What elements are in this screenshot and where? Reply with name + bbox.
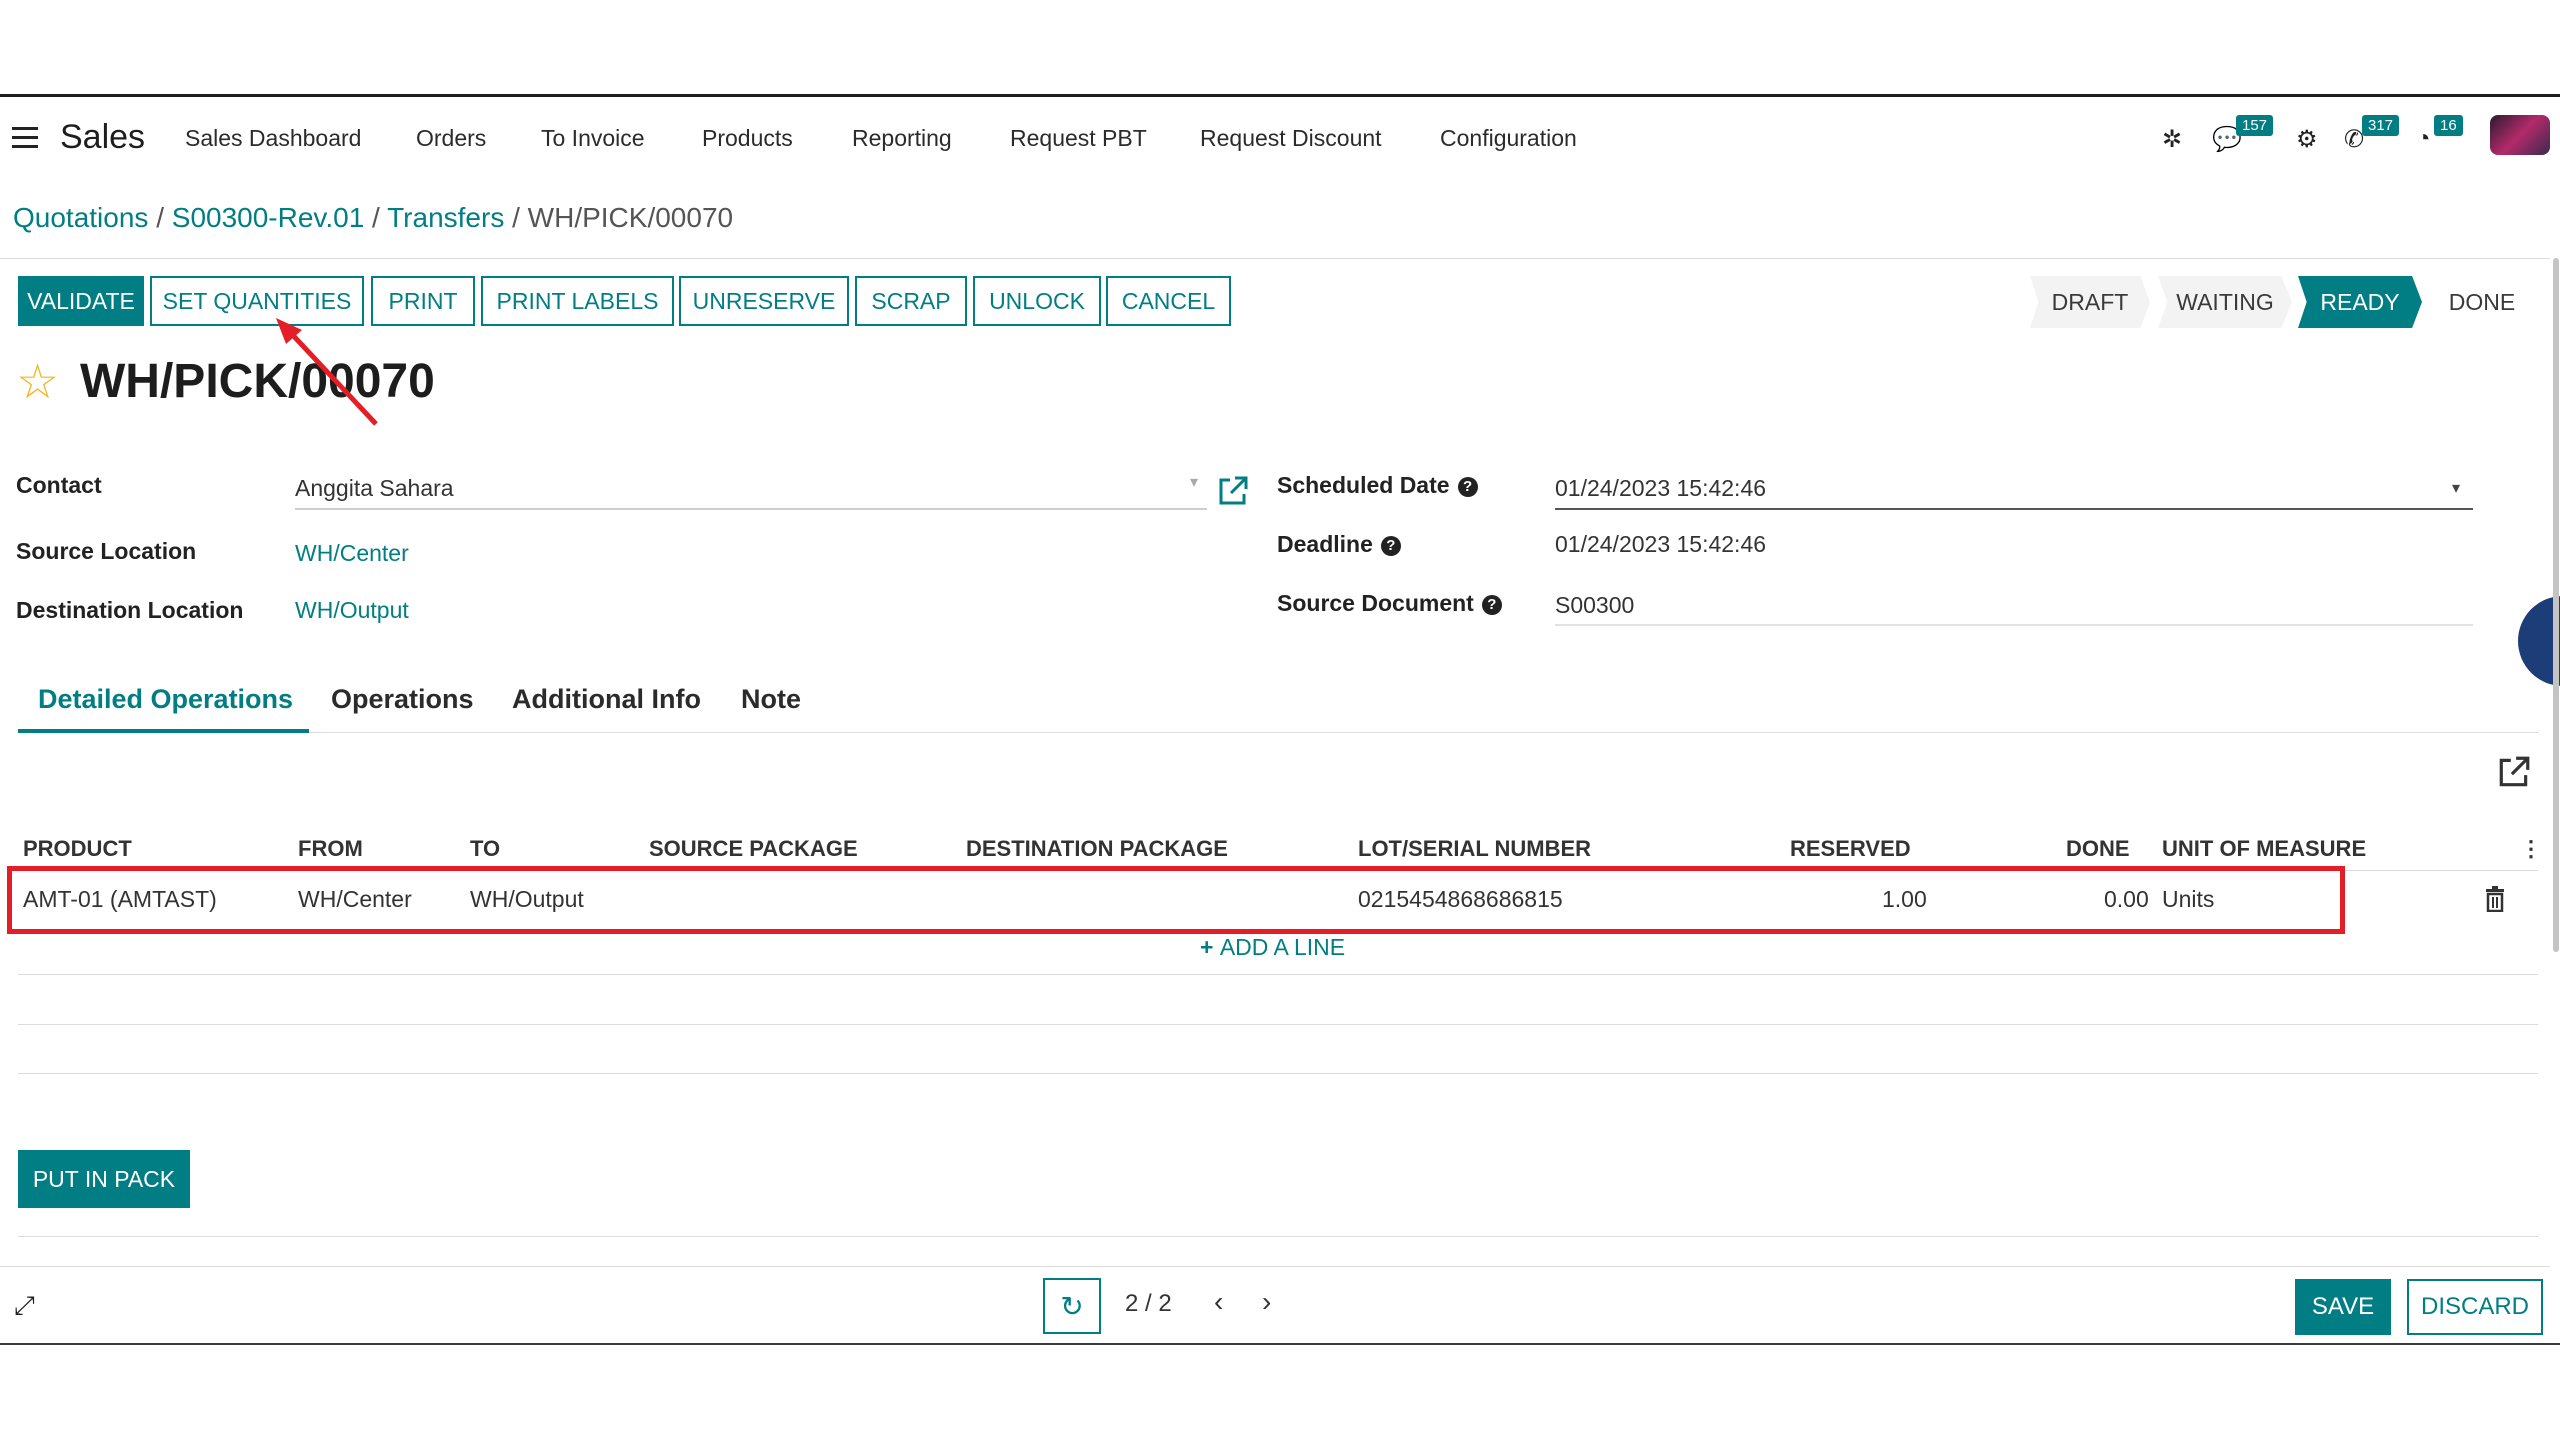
nav-configuration[interactable]: Configuration [1440, 125, 1577, 152]
col-destination-package[interactable]: DESTINATION PACKAGE [966, 836, 1228, 862]
col-to[interactable]: TO [470, 836, 500, 862]
breadcrumb-separator: / [512, 202, 520, 233]
status-ready[interactable]: READY [2298, 276, 2422, 328]
help-icon[interactable]: ? [1481, 594, 1502, 615]
breadcrumb-order[interactable]: S00300-Rev.01 [172, 202, 365, 233]
save-button[interactable]: SAVE [2295, 1279, 2391, 1335]
scheduled-date-label: Scheduled Date? [1277, 472, 1478, 499]
help-icon[interactable]: ? [1380, 535, 1401, 556]
navbar: Sales Sales Dashboard Orders To Invoice … [0, 97, 2560, 183]
calls-badge: 16 [2434, 115, 2463, 136]
table-row-divider [18, 974, 2538, 975]
tab-detailed-operations[interactable]: Detailed Operations [38, 684, 293, 715]
scheduled-date-underline [1555, 508, 2473, 510]
add-a-line-button[interactable]: + ADD A LINE [1200, 934, 1345, 961]
unreserve-button[interactable]: UNRESERVE [679, 276, 849, 326]
destination-location-label: Destination Location [16, 597, 244, 623]
col-done[interactable]: DONE [2066, 836, 2130, 862]
gear-icon[interactable]: ⚙ [2296, 125, 2318, 154]
expand-icon[interactable]: ⤢ [14, 1290, 35, 1322]
activities-badge: 317 [2362, 115, 2400, 136]
clock-icon[interactable]: ◔ [2416, 125, 2431, 153]
scheduled-date-dropdown-icon[interactable]: ▾ [2452, 478, 2460, 498]
active-tab-indicator [18, 729, 309, 733]
col-source-package[interactable]: SOURCE PACKAGE [649, 836, 858, 862]
col-product[interactable]: PRODUCT [23, 836, 132, 862]
form-bottom-divider [18, 1236, 2538, 1237]
pager-next-icon[interactable]: › [1262, 1286, 1271, 1318]
menu-icon[interactable] [12, 127, 38, 154]
breadcrumb-transfers[interactable]: Transfers [387, 202, 504, 233]
table-row-divider [18, 1024, 2538, 1025]
contact-label: Contact [16, 472, 102, 498]
nav-to-invoice[interactable]: To Invoice [541, 125, 645, 152]
scrap-button[interactable]: SCRAP [855, 276, 967, 326]
breadcrumb-quotations[interactable]: Quotations [13, 202, 148, 233]
validate-button[interactable]: VALIDATE [18, 276, 144, 326]
tabs-divider [18, 732, 2538, 733]
contact-underline [295, 508, 1207, 510]
help-icon[interactable]: ? [1457, 476, 1478, 497]
optional-columns-icon[interactable]: ⋮ [2520, 836, 2542, 862]
deadline-value: 01/24/2023 15:42:46 [1555, 531, 1767, 557]
table-row-divider [18, 1073, 2538, 1074]
status-done[interactable]: DONE [2428, 276, 2536, 328]
footer-divider [0, 1266, 2550, 1267]
source-location-link[interactable]: WH/Center [295, 540, 409, 567]
breadcrumb-current: WH/PICK/00070 [527, 202, 734, 233]
breadcrumb: Quotations / S00300-Rev.01 / Transfers /… [13, 202, 733, 234]
unlock-button[interactable]: UNLOCK [973, 276, 1101, 326]
star-icon[interactable]: ☆ [16, 354, 59, 410]
control-panel-divider [0, 258, 2550, 259]
scheduled-date-field[interactable]: 01/24/2023 15:42:46 [1555, 475, 1766, 502]
source-document-field[interactable]: S00300 [1555, 592, 1634, 619]
refresh-button[interactable]: ↻ [1043, 1278, 1101, 1334]
external-link-icon[interactable] [1216, 474, 1250, 508]
nav-request-pbt[interactable]: Request PBT [1010, 125, 1147, 152]
source-location-label: Source Location [16, 538, 197, 564]
status-draft[interactable]: DRAFT [2030, 276, 2150, 328]
highlight-box [7, 866, 2345, 934]
nav-orders[interactable]: Orders [416, 125, 486, 152]
tab-operations[interactable]: Operations [331, 684, 474, 715]
breadcrumb-separator: / [372, 202, 380, 233]
discard-button[interactable]: DISCARD [2407, 1279, 2543, 1335]
app-name[interactable]: Sales [60, 118, 145, 157]
nav-request-discount[interactable]: Request Discount [1200, 125, 1382, 152]
print-labels-button[interactable]: PRINT LABELS [481, 276, 674, 326]
contact-dropdown-icon[interactable]: ▾ [1190, 472, 1198, 492]
source-document-label: Source Document? [1277, 590, 1502, 617]
status-waiting[interactable]: WAITING [2158, 276, 2292, 328]
open-list-external-icon[interactable] [2496, 754, 2532, 790]
trash-icon[interactable] [2484, 886, 2506, 912]
pager-value[interactable]: 2 / 2 [1125, 1290, 1172, 1318]
scrollbar[interactable] [2553, 258, 2559, 952]
contact-field[interactable]: Anggita Sahara [295, 475, 454, 502]
nav-reporting[interactable]: Reporting [852, 125, 952, 152]
user-avatar[interactable] [2490, 115, 2550, 155]
deadline-label: Deadline? [1277, 531, 1401, 558]
destination-location-link[interactable]: WH/Output [295, 597, 409, 624]
col-from[interactable]: FROM [298, 836, 363, 862]
col-lot-serial-number[interactable]: LOT/SERIAL NUMBER [1358, 836, 1591, 862]
nav-products[interactable]: Products [702, 125, 793, 152]
bug-icon[interactable]: ✲ [2162, 125, 2182, 154]
bottom-border [0, 1343, 2560, 1345]
col-reserved[interactable]: RESERVED [1790, 836, 1911, 862]
tab-additional-info[interactable]: Additional Info [512, 684, 701, 715]
pager-previous-icon[interactable]: ‹ [1214, 1286, 1223, 1318]
nav-sales-dashboard[interactable]: Sales Dashboard [185, 125, 361, 152]
col-unit-of-measure[interactable]: UNIT OF MEASURE [2162, 836, 2366, 862]
source-document-underline [1555, 624, 2473, 626]
cancel-button[interactable]: CANCEL [1106, 276, 1231, 326]
messages-badge: 157 [2236, 115, 2274, 136]
refresh-icon: ↻ [1060, 1290, 1084, 1322]
tab-note[interactable]: Note [741, 684, 801, 715]
annotation-arrow-icon [276, 318, 378, 426]
put-in-pack-button[interactable]: PUT IN PACK [18, 1150, 190, 1208]
breadcrumb-separator: / [156, 202, 164, 233]
